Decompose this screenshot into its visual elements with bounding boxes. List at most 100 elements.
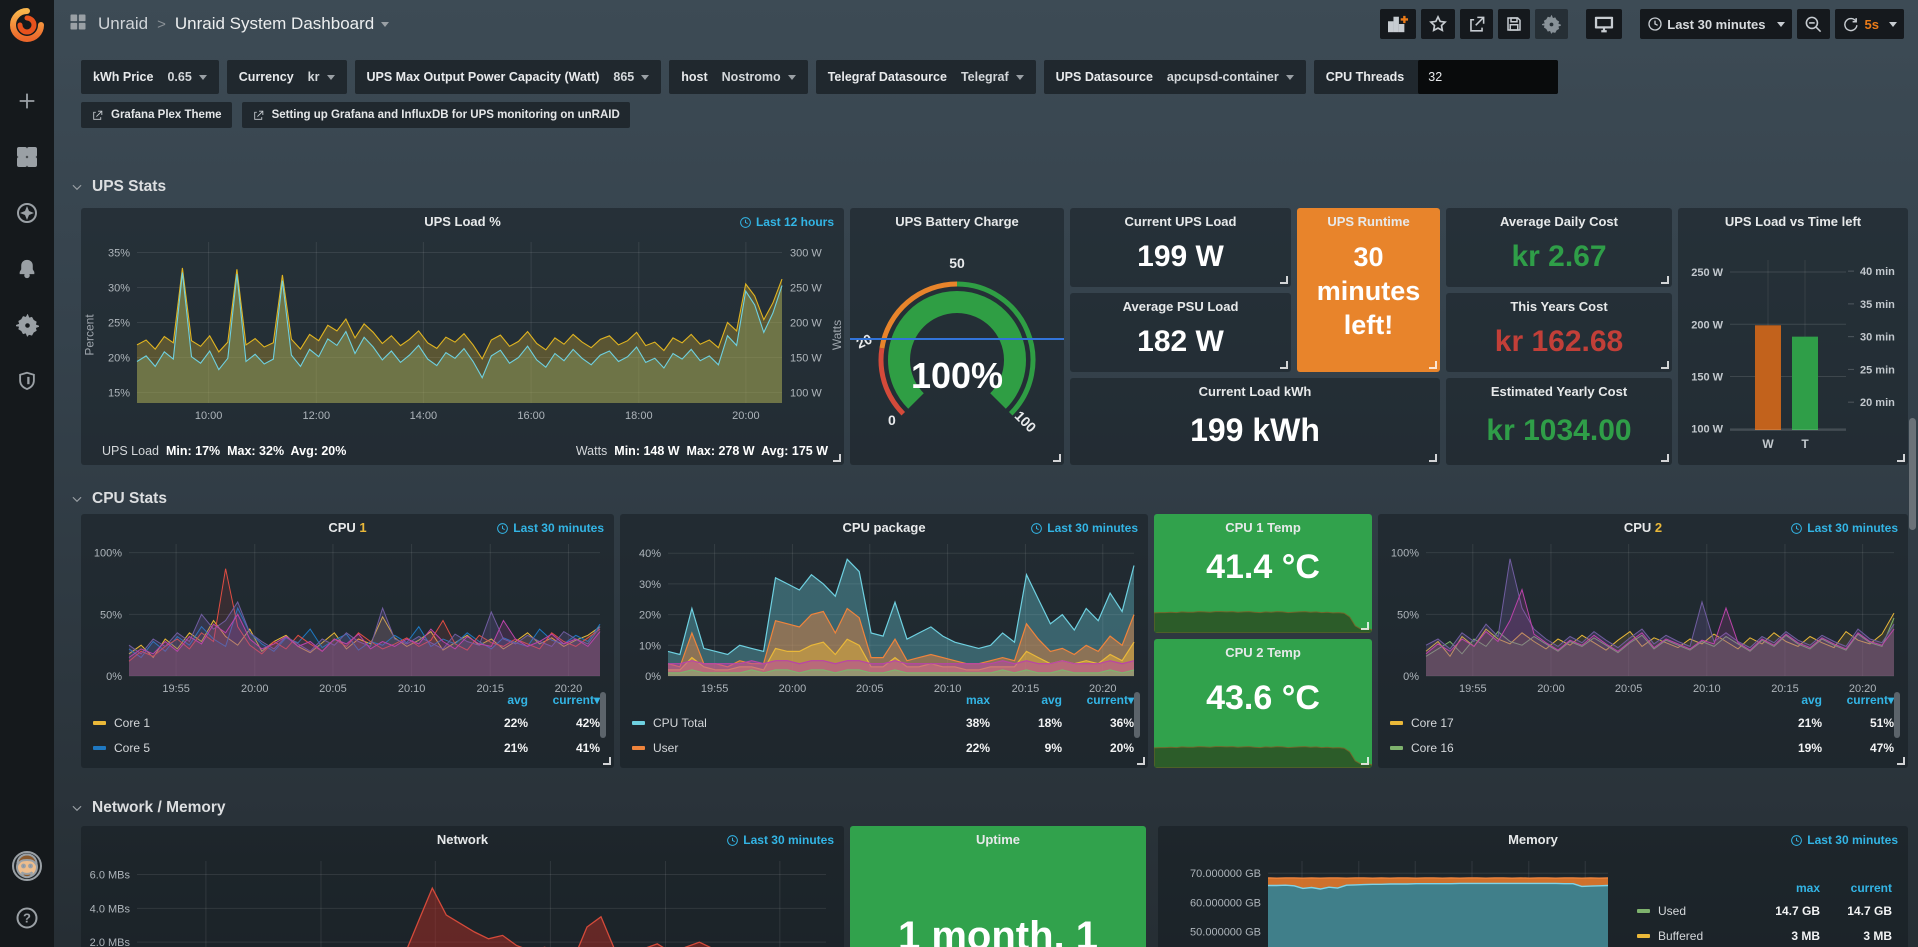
legend-column-max[interactable]: max	[1748, 881, 1820, 895]
series-name[interactable]: Core 5	[114, 741, 456, 755]
series-name[interactable]: CPU Total	[653, 716, 918, 730]
legend-column-current[interactable]: current▾	[528, 693, 600, 707]
svg-text:70.000000 GB: 70.000000 GB	[1190, 868, 1261, 880]
variable-telegraf-datasource[interactable]: Telegraf DatasourceTelegraf	[816, 60, 1036, 94]
svg-text:200 W: 200 W	[790, 318, 822, 330]
create-icon[interactable]	[12, 86, 42, 116]
help-icon[interactable]: ?	[12, 903, 42, 933]
series-name[interactable]: Used	[1658, 904, 1748, 918]
variable-input[interactable]	[1418, 60, 1558, 94]
panel-title[interactable]: Current Load kWh	[1070, 384, 1440, 399]
add-panel-button[interactable]	[1380, 9, 1416, 39]
legend-row: Buffered3 MB3 MB	[1637, 923, 1892, 947]
series-color-swatch[interactable]	[1637, 909, 1650, 913]
panel-network: Network Last 30 minutes 2.0 MBs4.0 MBs6.…	[81, 826, 844, 947]
legend-item[interactable]: UPS LoadMin: 17% Max: 32% Avg: 20%	[95, 444, 346, 458]
variable-kwh-price[interactable]: kWh Price0.65	[81, 60, 219, 94]
svg-text:6.0 MBs: 6.0 MBs	[90, 870, 131, 882]
panel-title[interactable]: Average PSU Load	[1070, 299, 1291, 314]
series-color-swatch[interactable]	[93, 721, 106, 725]
panel-timerange[interactable]: Last 30 minutes	[1790, 833, 1898, 847]
caret-down-icon	[788, 75, 796, 80]
legend-column-current[interactable]: current▾	[1822, 693, 1894, 707]
section-ups-stats[interactable]: UPS Stats	[70, 178, 166, 196]
legend-column-avg[interactable]: avg	[990, 693, 1062, 707]
panel-timerange[interactable]: Last 30 minutes	[1790, 521, 1898, 535]
panel-timerange[interactable]: Last 30 minutes	[496, 521, 604, 535]
variable-cpu-threads[interactable]: CPU Threads	[1314, 60, 1559, 94]
series-color-swatch[interactable]	[1390, 721, 1403, 725]
series-name[interactable]: Core 17	[1411, 716, 1750, 730]
panel-title[interactable]: UPS Battery Charge	[850, 214, 1064, 229]
panel-timerange[interactable]: Last 12 hours	[739, 215, 834, 229]
variable-ups-datasource[interactable]: UPS Datasourceapcupsd-container	[1044, 60, 1306, 94]
series-name[interactable]: User	[653, 741, 918, 755]
panel-timerange[interactable]: Last 30 minutes	[726, 833, 834, 847]
svg-text:20:00: 20:00	[732, 410, 760, 422]
refresh-button[interactable]: 5s	[1835, 9, 1904, 39]
dashboard-settings-gear-icon[interactable]	[1535, 9, 1568, 39]
panel-title[interactable]: CPU 1 Temp	[1154, 520, 1372, 535]
cycle-view-monitor-icon[interactable]	[1586, 9, 1622, 39]
section-network-memory[interactable]: Network / Memory	[70, 799, 226, 817]
caret-down-icon	[641, 75, 649, 80]
grafana-dashboard: ? Unraid > Unraid System Dashboard Last …	[0, 0, 1918, 947]
zoom-out-button[interactable]	[1797, 9, 1830, 39]
variable-host[interactable]: hostNostromo	[669, 60, 807, 94]
svg-text:W: W	[1762, 437, 1774, 451]
panel-title[interactable]: CPU 2 Temp	[1154, 645, 1372, 660]
legend-column-max[interactable]: max	[918, 693, 990, 707]
breadcrumb-page[interactable]: Unraid System Dashboard	[175, 14, 374, 34]
panel-timerange[interactable]: Last 30 minutes	[1030, 521, 1138, 535]
series-name[interactable]: Core 16	[1411, 741, 1750, 755]
panel-title[interactable]: UPS Load %	[81, 214, 844, 229]
legend-column-avg[interactable]: avg	[456, 693, 528, 707]
explore-icon[interactable]	[12, 198, 42, 228]
dashboard-link[interactable]: Grafana Plex Theme	[81, 102, 232, 128]
legend-scrollbar-thumb[interactable]	[1134, 692, 1140, 738]
series-color-swatch[interactable]	[1637, 934, 1650, 938]
panel-title[interactable]: This Years Cost	[1446, 299, 1672, 314]
variable-currency[interactable]: Currencykr	[227, 60, 347, 94]
legend-column-avg[interactable]: avg	[1750, 693, 1822, 707]
alerting-bell-icon[interactable]	[12, 254, 42, 284]
section-cpu-stats[interactable]: CPU Stats	[70, 490, 167, 508]
page-scrollbar-thumb[interactable]	[1909, 418, 1916, 530]
series-name[interactable]: Core 1	[114, 716, 456, 730]
legend-scrollbar-thumb[interactable]	[1894, 692, 1900, 738]
series-stat-value: 38%	[918, 716, 990, 730]
server-admin-shield-icon[interactable]	[12, 366, 42, 396]
configuration-gear-icon[interactable]	[12, 310, 42, 340]
variable-ups-max-output-power-capacity-watt-[interactable]: UPS Max Output Power Capacity (Watt)865	[355, 60, 662, 94]
star-button[interactable]	[1421, 9, 1455, 39]
share-button[interactable]	[1460, 9, 1493, 39]
dashboards-icon[interactable]	[12, 142, 42, 172]
dashboard-link[interactable]: Setting up Grafana and InfluxDB for UPS …	[242, 102, 630, 128]
ups-load-legend: UPS LoadMin: 17% Max: 32% Avg: 20% WattsM…	[95, 444, 828, 458]
series-color-swatch[interactable]	[632, 721, 645, 725]
user-avatar[interactable]	[12, 851, 42, 881]
legend-scrollbar-thumb[interactable]	[600, 692, 606, 738]
series-color-swatch[interactable]	[1390, 746, 1403, 750]
legend-column-current[interactable]: current	[1820, 881, 1892, 895]
series-stat-value: 21%	[1750, 716, 1822, 730]
time-range-picker[interactable]: Last 30 minutes	[1640, 9, 1791, 39]
save-button[interactable]	[1498, 9, 1530, 39]
series-name[interactable]: Buffered	[1658, 929, 1748, 943]
breadcrumb-app[interactable]: Unraid	[98, 14, 148, 34]
panel-title[interactable]: UPS Load vs Time left	[1678, 214, 1908, 229]
svg-text:30%: 30%	[108, 283, 130, 295]
dashboard-grid-icon[interactable]	[68, 12, 88, 37]
grafana-logo-icon[interactable]	[0, 0, 54, 50]
panel-title[interactable]: UPS Runtime	[1297, 214, 1440, 229]
breadcrumb-caret-icon[interactable]	[381, 22, 389, 27]
panel-title[interactable]: Uptime	[850, 832, 1146, 847]
legend-row: User22%9%20%	[632, 735, 1134, 760]
panel-title[interactable]: Estimated Yearly Cost	[1446, 384, 1672, 399]
panel-title[interactable]: Average Daily Cost	[1446, 214, 1672, 229]
legend-item[interactable]: WattsMin: 148 W Max: 278 W Avg: 175 W	[569, 444, 828, 458]
series-color-swatch[interactable]	[93, 746, 106, 750]
legend-column-current[interactable]: current▾	[1062, 693, 1134, 707]
series-color-swatch[interactable]	[632, 746, 645, 750]
panel-title[interactable]: Current UPS Load	[1070, 214, 1291, 229]
